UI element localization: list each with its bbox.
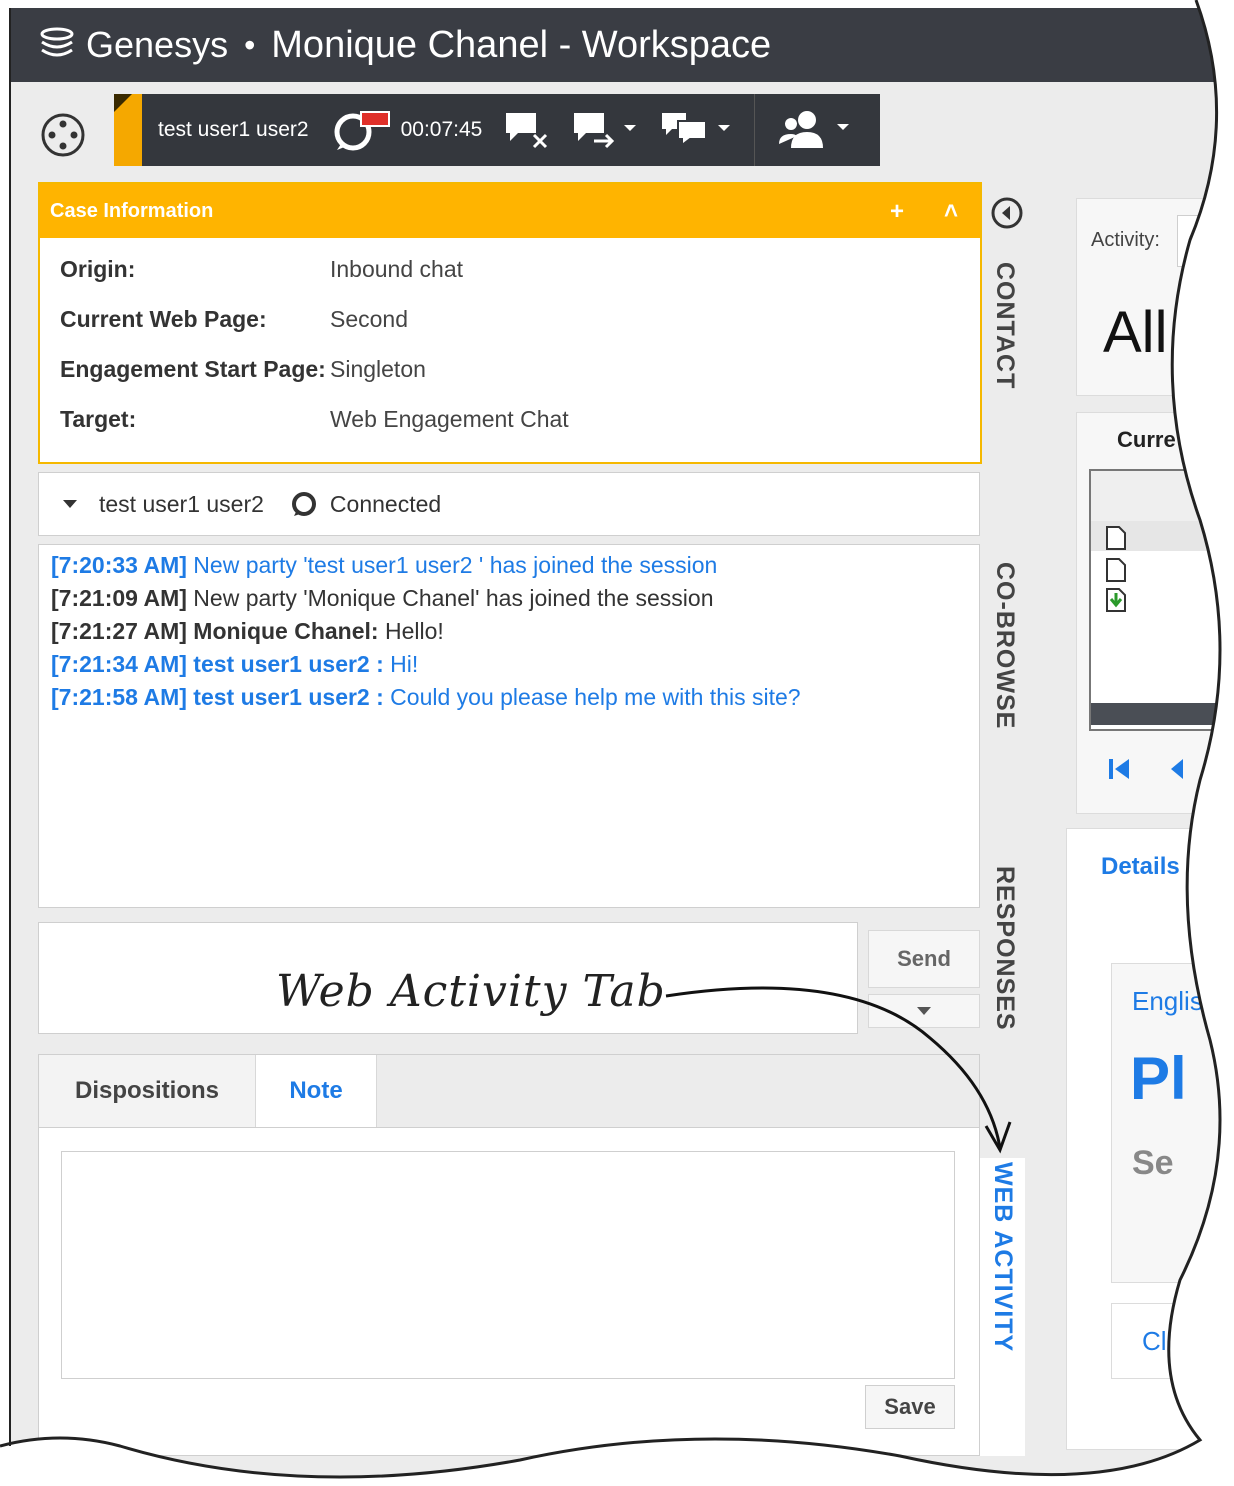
message-text: Could you please help me with this site?	[383, 684, 801, 710]
interaction-contact-name: test user1 user2	[158, 118, 309, 141]
brand-name: Genesys	[86, 24, 229, 65]
consult-party-icon[interactable]	[777, 108, 853, 152]
page-icon	[1106, 526, 1126, 550]
transcript-message: [7:21:09 AM] New party 'Monique Chanel' …	[39, 582, 979, 615]
chevron-down-icon	[917, 1007, 931, 1015]
title-separator: •	[244, 26, 256, 63]
transcript-message: [7:21:34 AM] test user1 user2 : Hi!	[39, 648, 979, 681]
interaction-bar[interactable]: test user1 user2 00:07:45	[114, 94, 880, 166]
message-time: [7:20:33 AM]	[51, 552, 187, 578]
chat-transcript[interactable]: [7:20:33 AM] New party 'test user1 user2…	[38, 544, 980, 908]
pages-grid-scrollbar[interactable]	[1091, 703, 1234, 725]
chat-status-icon	[331, 108, 393, 152]
activity-box: Activity: Cur All C	[1076, 198, 1234, 396]
pages-grid-header	[1091, 471, 1234, 521]
side-tab-strip: CONTACT CO-BROWSE RESPONSES WEB ACTIVITY	[980, 182, 1030, 1462]
preview-button[interactable]: Cl	[1111, 1303, 1234, 1379]
collapse-case-info-button[interactable]: ˄	[944, 198, 958, 226]
party-status: Connected	[329, 490, 442, 517]
case-information-panel: Case Information + ˄ Origin: Inbound cha…	[38, 182, 982, 464]
case-row-value: Singleton	[330, 355, 426, 382]
message-time: [7:21:09 AM]	[51, 585, 187, 611]
message-time: [7:21:58 AM]	[51, 684, 187, 710]
preview-subheading: Se	[1132, 1144, 1174, 1182]
case-row-target: Target: Web Engagement Chat	[40, 394, 980, 444]
message-time: [7:21:34 AM]	[51, 651, 187, 677]
message-text: New party 'test user1 user2 ' has joined…	[186, 552, 718, 578]
activity-select[interactable]: Cur	[1177, 215, 1234, 267]
add-case-data-button[interactable]: +	[890, 198, 904, 226]
transfer-chat-icon[interactable]	[572, 111, 638, 149]
case-row-value: Inbound chat	[330, 255, 464, 282]
case-information-header: Case Information + ˄	[40, 184, 980, 238]
first-page-icon[interactable]	[1107, 757, 1133, 781]
activity-title: All C	[1103, 300, 1226, 365]
page-icon	[1106, 558, 1126, 582]
tab-details[interactable]: Details	[1101, 853, 1180, 881]
tab-dispositions[interactable]: Dispositions	[39, 1055, 256, 1127]
genesys-logo-icon	[40, 27, 74, 57]
annotation-label: Web Activity Tab	[276, 966, 666, 1017]
current-pages-label: Curre	[1117, 427, 1176, 452]
tab-web-activity[interactable]: WEB ACTIVITY	[980, 1158, 1025, 1456]
transcript-message: [7:21:58 AM] test user1 user2 : Could yo…	[39, 681, 979, 714]
preview-heading: Pl	[1130, 1045, 1187, 1112]
message-time: [7:21:27 AM]	[51, 618, 187, 644]
web-page-preview: English Pl Se	[1111, 963, 1234, 1283]
transcript-message: [7:21:27 AM] Monique Chanel: Hello!	[39, 615, 979, 648]
title-bar: Genesys • Monique Chanel - Workspace	[10, 8, 1234, 82]
pages-grid[interactable]	[1089, 469, 1234, 731]
party-bar: test user1 user2 Connected	[38, 472, 980, 536]
previous-page-icon[interactable]	[1169, 757, 1185, 781]
toolbar-separator	[754, 94, 756, 166]
chat-connected-icon	[291, 492, 316, 516]
message-text: New party 'Monique Chanel' has joined th…	[186, 585, 714, 611]
dispositions-note-panel: Dispositions Note Save	[38, 1054, 980, 1456]
case-row-key: Target:	[60, 405, 137, 432]
window-title: Monique Chanel - Workspace	[271, 23, 772, 66]
tab-note[interactable]: Note	[256, 1055, 377, 1127]
expand-party-icon[interactable]	[61, 498, 79, 510]
collapse-sidebar-icon[interactable]	[990, 196, 1024, 230]
case-row-value: Web Engagement Chat	[330, 405, 569, 432]
message-sender: Monique Chanel:	[186, 618, 379, 644]
activity-label: Activity:	[1091, 229, 1160, 251]
end-chat-icon[interactable]	[504, 111, 550, 149]
party-name: test user1 user2	[99, 490, 264, 517]
case-information-title: Case Information	[50, 199, 214, 222]
bottom-tab-bar: Dispositions Note	[39, 1055, 979, 1128]
preview-button-label: Cl	[1142, 1326, 1167, 1356]
transcript-message: [7:20:33 AM] New party 'test user1 user2…	[39, 549, 979, 582]
current-pages-box: Curre	[1076, 412, 1234, 814]
case-row-origin: Origin: Inbound chat	[40, 244, 980, 294]
tab-contact[interactable]: CONTACT	[990, 262, 1019, 389]
case-row-engagement-start-page: Engagement Start Page: Singleton	[40, 344, 980, 394]
hub-icon[interactable]	[40, 112, 86, 158]
interaction-accent	[114, 94, 142, 166]
case-row-key: Current Web Page:	[60, 305, 267, 332]
tab-responses[interactable]: RESPONSES	[990, 866, 1019, 1031]
case-row-key: Origin:	[60, 255, 136, 282]
case-row-current-web-page: Current Web Page: Second	[40, 294, 980, 344]
note-textarea[interactable]	[61, 1151, 955, 1379]
conference-chat-icon[interactable]	[660, 111, 732, 149]
message-text: Hello!	[378, 618, 444, 644]
case-row-value: Second	[330, 305, 409, 332]
download-page-icon	[1106, 588, 1126, 612]
interaction-timer: 00:07:45	[400, 118, 483, 141]
case-row-key: Engagement Start Page:	[60, 355, 326, 382]
details-panel: Details English Pl Se Cl	[1066, 828, 1234, 1450]
tab-co-browse[interactable]: CO-BROWSE	[990, 562, 1019, 729]
message-sender: test user1 user2 :	[186, 684, 384, 710]
message-text: Hi!	[383, 651, 419, 677]
message-sender: test user1 user2 :	[186, 651, 384, 677]
toolbar: test user1 user2 00:07:45	[10, 82, 1234, 182]
preview-language-link[interactable]: English	[1132, 986, 1217, 1017]
workspace-window: Genesys • Monique Chanel - Workspace tes…	[10, 8, 1234, 1486]
send-button[interactable]: Send	[868, 930, 980, 988]
send-options-button[interactable]	[868, 994, 980, 1028]
save-note-button[interactable]: Save	[865, 1385, 955, 1429]
